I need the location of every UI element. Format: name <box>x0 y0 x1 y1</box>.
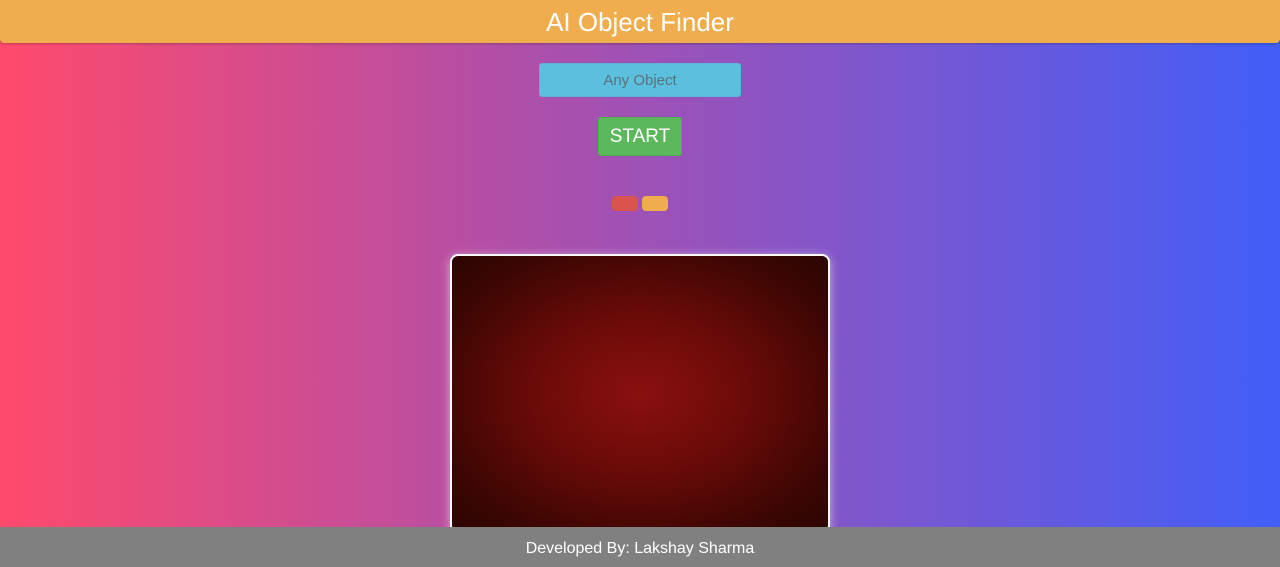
start-button[interactable]: START <box>598 117 682 156</box>
red-indicator <box>612 196 638 211</box>
object-search-input[interactable] <box>539 63 741 97</box>
footer: Developed By: Lakshay Sharma <box>0 527 1280 567</box>
video-feed <box>450 254 830 533</box>
page-title: AI Object Finder <box>546 6 734 37</box>
orange-indicator <box>642 196 668 211</box>
developer-credit: Developed By: Lakshay Sharma <box>525 540 755 557</box>
app-header: AI Object Finder <box>0 0 1280 43</box>
